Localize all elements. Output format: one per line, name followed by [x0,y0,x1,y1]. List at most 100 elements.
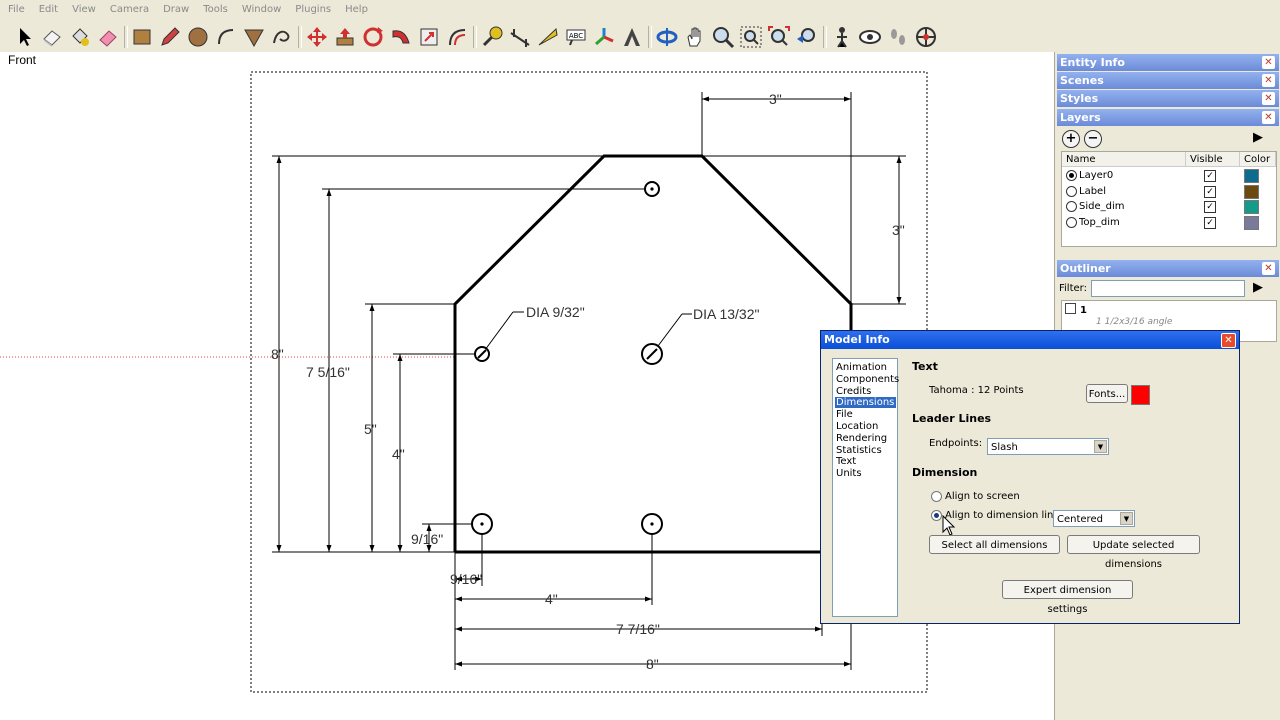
active-layer-radio[interactable] [1066,170,1077,181]
dim-4-horizontal[interactable]: 4" [545,591,558,607]
close-icon[interactable]: ✕ [1262,74,1275,87]
menu-plugins[interactable]: Plugins [287,0,337,15]
section-plane-icon[interactable] [914,25,938,49]
dim-5[interactable]: 5" [364,421,377,437]
align-screen-radio[interactable] [931,491,942,502]
layer-visible-checkbox[interactable]: ✓ [1204,170,1216,182]
remove-layer-icon[interactable]: − [1084,130,1102,148]
position-camera-icon[interactable] [830,25,854,49]
zoom-icon[interactable] [711,25,735,49]
category-item[interactable]: Animation [835,362,896,373]
layer-row[interactable]: Top_dim ✓ [1062,215,1276,230]
leader-dia-large[interactable]: DIA 13/32" [693,306,759,322]
scale-icon[interactable] [417,25,441,49]
pan-icon[interactable] [683,25,707,49]
category-item[interactable]: Statistics [835,445,896,456]
walk-icon[interactable] [886,25,910,49]
menu-edit[interactable]: Edit [31,0,64,15]
offset-icon[interactable] [445,25,469,49]
layer-name[interactable]: Top_dim [1079,215,1120,230]
align-dimline-radio[interactable] [931,510,942,521]
layer-name[interactable]: Layer0 [1079,168,1113,183]
align-screen-label[interactable]: Align to screen [945,491,1020,502]
zoom-window-icon[interactable] [739,25,763,49]
paint-bucket-icon[interactable] [68,25,92,49]
endpoints-select[interactable]: Slash ▼ [987,438,1109,455]
dialog-title-bar[interactable]: Model Info ✕ [821,331,1239,349]
move-icon[interactable] [305,25,329,49]
position-select[interactable]: Centered ▼ [1053,510,1135,527]
close-icon[interactable]: ✕ [1262,262,1275,275]
orbit-icon[interactable] [655,25,679,49]
menu-draw[interactable]: Draw [155,0,195,15]
polygon-icon[interactable] [242,25,266,49]
layer-color-swatch[interactable] [1244,215,1259,230]
layer-name[interactable]: Label [1079,184,1106,199]
layer-color-swatch[interactable] [1244,169,1259,183]
category-item[interactable]: Location [835,421,896,432]
dim-9-16-horizontal[interactable]: 9/16" [450,571,482,587]
tape-measure-icon[interactable] [480,25,504,49]
align-dimline-label[interactable]: Align to dimension line [945,510,1060,521]
menu-camera[interactable]: Camera [102,0,155,15]
menu-help[interactable]: Help [337,0,374,15]
protractor-icon[interactable] [536,25,560,49]
category-item[interactable]: Dimensions [835,397,896,409]
dim-7-5-16[interactable]: 7 5/16" [306,364,350,380]
update-selected-dimensions-button[interactable]: Update selected dimensions [1067,535,1200,570]
circle-icon[interactable] [186,25,210,49]
layer-visible-checkbox[interactable]: ✓ [1204,216,1216,229]
filter-input[interactable] [1091,280,1245,297]
pencil-icon[interactable] [158,25,182,49]
rectangle-icon[interactable] [130,25,154,49]
fonts-button[interactable]: Fonts... [1086,384,1128,403]
text-icon[interactable]: ABC [564,25,588,49]
dim-7-7-16[interactable]: 7 7/16" [616,621,660,637]
category-item[interactable]: File [835,409,896,420]
font-color-swatch[interactable] [1131,385,1150,405]
close-icon[interactable]: ✕ [1262,111,1275,124]
outline-child[interactable]: 1 1/2x3/16 angle [1096,317,1172,327]
panel-layers[interactable]: Layers ✕ [1057,109,1279,126]
look-around-icon[interactable] [858,25,882,49]
eraser-pink-icon[interactable] [96,25,120,49]
layer-visible-checkbox[interactable]: ✓ [1204,185,1216,198]
active-layer-radio[interactable] [1066,185,1077,197]
category-item[interactable]: Components [835,374,899,385]
leader-dia-small[interactable]: DIA 9/32" [526,304,585,320]
column-visible[interactable]: Visible [1186,152,1240,167]
layer-color-swatch[interactable] [1244,200,1259,214]
dim-3-top[interactable]: 3" [769,91,782,107]
column-color[interactable]: Color [1240,152,1276,167]
category-item[interactable]: Text [835,456,896,467]
dim-9-16-vertical[interactable]: 9/16" [411,531,443,547]
rotate-icon[interactable] [361,25,385,49]
close-icon[interactable]: ✕ [1262,92,1275,105]
eraser-icon[interactable] [40,25,64,49]
follow-me-icon[interactable] [389,25,413,49]
layer-visible-checkbox[interactable]: ✓ [1204,201,1216,213]
3d-text-icon[interactable] [620,25,644,49]
close-icon[interactable]: ✕ [1262,56,1275,69]
select-all-dimensions-button[interactable]: Select all dimensions [929,535,1060,554]
column-name[interactable]: Name [1062,152,1186,167]
details-arrow-icon[interactable]: ▶ [1253,130,1263,145]
previous-view-icon[interactable] [795,25,819,49]
panel-styles[interactable]: Styles ✕ [1057,90,1279,107]
category-item[interactable]: Credits [835,386,896,397]
push-pull-icon[interactable] [333,25,357,49]
panel-entity-info[interactable]: Entity Info ✕ [1057,54,1279,71]
select-icon[interactable] [12,25,36,49]
dim-4-vertical[interactable]: 4" [392,446,405,462]
layer-row[interactable]: Label ✓ [1062,184,1276,199]
details-arrow-icon[interactable]: ▶ [1253,280,1263,295]
expert-dimension-settings-button[interactable]: Expert dimension settings [1002,580,1133,615]
menu-view[interactable]: View [64,0,102,15]
layer-row[interactable]: Layer0 ✓ [1062,168,1276,183]
dimension-icon[interactable] [508,25,532,49]
menu-file[interactable]: File [0,0,31,15]
layer-color-swatch[interactable] [1244,184,1259,199]
arc-icon[interactable] [214,25,238,49]
axes-icon[interactable] [592,25,616,49]
category-item[interactable]: Rendering [835,433,896,444]
